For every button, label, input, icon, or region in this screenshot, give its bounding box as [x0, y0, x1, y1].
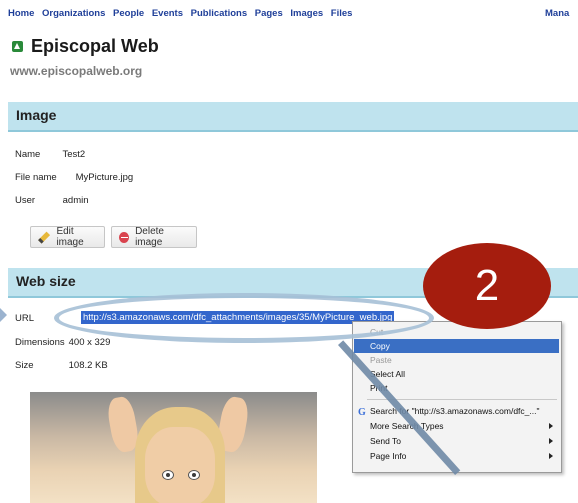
filename-row: File name MyPicture.jpg [15, 172, 133, 183]
site-url: www.episcopalweb.org [10, 64, 143, 78]
section-title: Image [16, 107, 57, 123]
menu-item-label: More Search Types [370, 421, 444, 431]
nav-manage[interactable]: Mana [545, 8, 569, 19]
field-label: User [15, 195, 36, 206]
step-number-badge: 2 [423, 243, 551, 329]
submenu-arrow-icon [549, 423, 553, 429]
field-value: 400 x 329 [68, 337, 111, 348]
nav-events[interactable]: Events [152, 8, 183, 19]
menu-item-label: Page Info [370, 451, 407, 461]
site-name[interactable]: Episcopal Web [31, 36, 159, 57]
submenu-arrow-icon [549, 453, 553, 459]
nav-people[interactable]: People [113, 8, 144, 19]
menu-item-select-all[interactable]: Select All [354, 367, 559, 381]
menu-item-copy[interactable]: Copy [354, 339, 559, 353]
field-label: File name [15, 172, 57, 183]
context-menu: Cut Copy Paste Select All Print G Search… [352, 321, 562, 473]
face [145, 427, 215, 503]
field-label: Name [15, 149, 41, 160]
eye [162, 470, 174, 480]
pencil-icon [38, 230, 51, 244]
menu-item-more-search-types[interactable]: More Search Types [354, 419, 559, 433]
menu-item-search[interactable]: G Search for "http://s3.amazonaws.com/df… [354, 404, 559, 418]
menu-item-label: Send To [370, 436, 402, 446]
field-label: Dimensions [15, 337, 65, 348]
nav-pages[interactable]: Pages [255, 8, 283, 19]
nav-home[interactable]: Home [8, 8, 34, 19]
name-row: Name Test2 [15, 149, 85, 160]
field-value: Test2 [62, 149, 86, 160]
nav-organizations[interactable]: Organizations [42, 8, 105, 19]
size-row: Size 108.2 KB [15, 360, 108, 371]
search-engine-icon: G [358, 407, 366, 418]
nav-files[interactable]: Files [331, 8, 353, 19]
field-value: admin [62, 195, 89, 206]
url-label: URL [15, 313, 35, 324]
site-header: Episcopal Web [12, 36, 159, 57]
dimensions-row: Dimensions 400 x 329 [15, 337, 110, 348]
menu-item-send-to[interactable]: Send To [354, 434, 559, 448]
highlight-oval [54, 293, 434, 343]
delete-icon [119, 231, 130, 243]
user-row: User admin [15, 195, 89, 206]
menu-item-page-info[interactable]: Page Info [354, 449, 559, 463]
preview-image [30, 392, 317, 503]
nav-publications[interactable]: Publications [191, 8, 247, 19]
field-value: 108.2 KB [68, 360, 108, 371]
eye [188, 470, 200, 480]
nav-images[interactable]: Images [290, 8, 323, 19]
submenu-arrow-icon [549, 438, 553, 444]
menu-item-paste[interactable]: Paste [354, 353, 559, 367]
button-label: Delete image [135, 226, 164, 248]
delete-image-button[interactable]: Delete image [111, 226, 197, 248]
home-icon [12, 41, 23, 52]
top-navigation: Home Organizations People Events Publica… [8, 8, 357, 19]
section-title: Web size [16, 273, 76, 289]
button-label: Edit image [56, 226, 84, 248]
field-value: MyPicture.jpg [75, 172, 134, 183]
left-pointer-arrow [0, 308, 7, 322]
field-label: Size [15, 360, 34, 371]
edit-image-button[interactable]: Edit image [30, 226, 105, 248]
image-section-header: Image [8, 102, 578, 132]
